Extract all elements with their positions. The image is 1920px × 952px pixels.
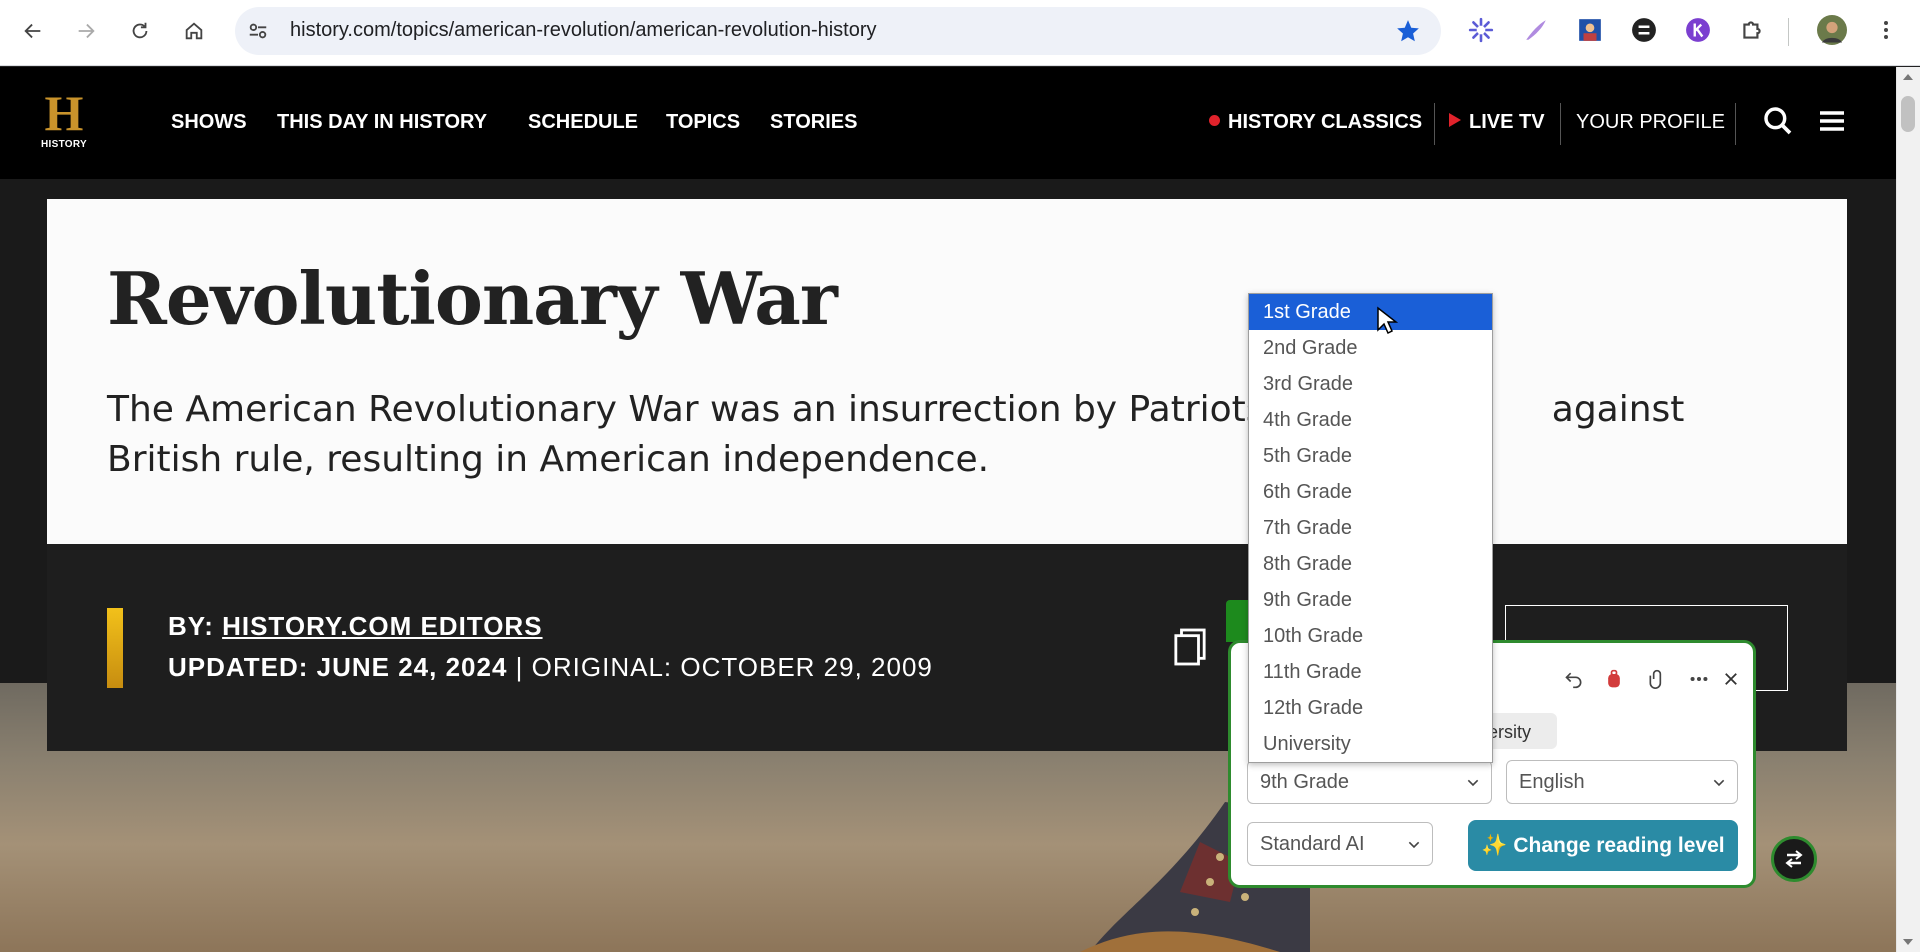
grade-select-value: 9th Grade (1260, 771, 1349, 793)
close-icon[interactable] (1716, 664, 1746, 694)
your-profile-link[interactable]: YOUR PROFILE (1576, 111, 1725, 134)
paperclip-icon[interactable] (1642, 664, 1672, 694)
grade-option[interactable]: University (1249, 726, 1492, 762)
chevron-down-icon (1408, 841, 1420, 849)
page-title: Revolutionary War (107, 256, 838, 341)
grade-option[interactable]: 6th Grade (1249, 474, 1492, 510)
browser-toolbar: history.com/topics/american-revolution/a… (0, 0, 1920, 66)
address-bar[interactable]: history.com/topics/american-revolution/a… (235, 7, 1441, 55)
live-tv-label: LIVE TV (1469, 111, 1545, 133)
grade-option[interactable]: 7th Grade (1249, 510, 1492, 546)
history-logo[interactable]: H HISTORY (36, 85, 92, 155)
grade-option[interactable]: 9th Grade (1249, 582, 1492, 618)
mouse-cursor-icon (1377, 306, 1398, 335)
nav-divider (1735, 103, 1736, 145)
site-settings-icon[interactable] (247, 20, 269, 42)
extension-launcher-button[interactable] (1771, 836, 1817, 882)
nav-shows[interactable]: SHOWS (171, 111, 247, 134)
copy-icon[interactable] (1173, 627, 1207, 667)
nav-schedule[interactable]: SCHEDULE (528, 111, 638, 134)
nav-topics[interactable]: TOPICS (666, 111, 740, 134)
browser-menu-icon[interactable] (1871, 15, 1901, 45)
reload-icon (132, 22, 148, 39)
logo-word: HISTORY (41, 139, 87, 150)
model-select-value: Standard AI (1260, 833, 1365, 855)
live-dot-icon (1209, 115, 1220, 126)
history-classics-label: HISTORY CLASSICS (1228, 111, 1423, 133)
extensions-puzzle-icon[interactable] (1737, 15, 1767, 45)
byline: BY: HISTORY.COM EDITORS (168, 611, 543, 642)
arrow-left-icon (24, 23, 41, 39)
chevron-down-icon (1713, 779, 1725, 787)
extension-photo-icon[interactable] (1575, 15, 1605, 45)
chevron-down-icon (1467, 779, 1479, 787)
model-select[interactable]: Standard AI (1247, 822, 1433, 866)
extension-drag-handle[interactable] (1226, 600, 1248, 642)
extension-sparkle-icon[interactable] (1466, 15, 1496, 45)
grade-option[interactable]: 4th Grade (1249, 402, 1492, 438)
author-link[interactable]: HISTORY.COM EDITORS (222, 611, 542, 641)
nav-divider (1434, 103, 1435, 145)
original-date: ORIGINAL: OCTOBER 29, 2009 (531, 652, 933, 682)
home-icon (185, 22, 203, 40)
play-icon (1449, 113, 1461, 127)
url-text: history.com/topics/american-revolution/a… (290, 19, 877, 41)
language-select-value: English (1519, 771, 1585, 793)
backpack-icon[interactable] (1599, 664, 1629, 694)
grade-option[interactable]: 5th Grade (1249, 438, 1492, 474)
by-label: BY: (168, 611, 214, 641)
grade-option[interactable]: 2nd Grade (1249, 330, 1492, 366)
launcher-icon (1785, 850, 1803, 868)
logo-letter: H (44, 85, 84, 141)
scroll-up-arrow-icon[interactable] (1902, 72, 1914, 82)
extension-quill-icon[interactable] (1521, 15, 1551, 45)
change-reading-level-button[interactable]: ✨ Change reading level (1468, 820, 1738, 871)
accent-bar (107, 608, 123, 688)
live-tv-link[interactable]: LIVE TV (1449, 111, 1545, 134)
history-classics-link[interactable]: HISTORY CLASSICS (1209, 111, 1422, 134)
language-select[interactable]: English (1506, 760, 1738, 804)
hamburger-menu-icon[interactable] (1816, 105, 1848, 137)
article-header-card (47, 199, 1847, 544)
grade-option[interactable]: 3rd Grade (1249, 366, 1492, 402)
grade-option[interactable]: 1st Grade (1249, 294, 1492, 330)
bookmark-star-icon[interactable] (1395, 18, 1421, 44)
reload-button[interactable] (122, 13, 158, 49)
scroll-down-arrow-icon[interactable] (1902, 937, 1914, 947)
nav-divider (1560, 103, 1561, 145)
grade-option[interactable]: 8th Grade (1249, 546, 1492, 582)
grade-option[interactable]: 11th Grade (1249, 654, 1492, 690)
scrollbar-thumb[interactable] (1901, 96, 1915, 132)
profile-avatar[interactable] (1817, 15, 1847, 45)
site-header: H HISTORY SHOWS THIS DAY IN HISTORY SCHE… (0, 67, 1896, 179)
arrow-right-icon (78, 23, 95, 39)
undo-icon[interactable] (1559, 664, 1589, 694)
date-separator: | (515, 652, 524, 682)
updated-date: UPDATED: JUNE 24, 2024 (168, 652, 508, 682)
back-button[interactable] (15, 13, 51, 49)
forward-button[interactable] (68, 13, 104, 49)
date-line: UPDATED: JUNE 24, 2024 | ORIGINAL: OCTOB… (168, 652, 933, 683)
grade-dropdown-list[interactable]: 1st Grade 2nd Grade 3rd Grade 4th Grade … (1248, 293, 1493, 763)
nav-stories[interactable]: STORIES (770, 111, 857, 134)
vertical-scrollbar[interactable] (1896, 67, 1920, 952)
article-summary: The American Revolutionary War was an in… (107, 389, 1696, 480)
toolbar-divider (1788, 18, 1789, 46)
grade-option[interactable]: 12th Grade (1249, 690, 1492, 726)
extension-k-icon[interactable] (1683, 15, 1713, 45)
extension-dark-circle-icon[interactable] (1629, 15, 1659, 45)
grade-option[interactable]: 10th Grade (1249, 618, 1492, 654)
nav-this-day-in-history[interactable]: THIS DAY IN HISTORY (277, 111, 487, 134)
search-icon[interactable] (1762, 105, 1794, 137)
home-button[interactable] (176, 13, 212, 49)
grade-select[interactable]: 9th Grade (1247, 760, 1492, 804)
more-options-icon[interactable] (1684, 664, 1714, 694)
